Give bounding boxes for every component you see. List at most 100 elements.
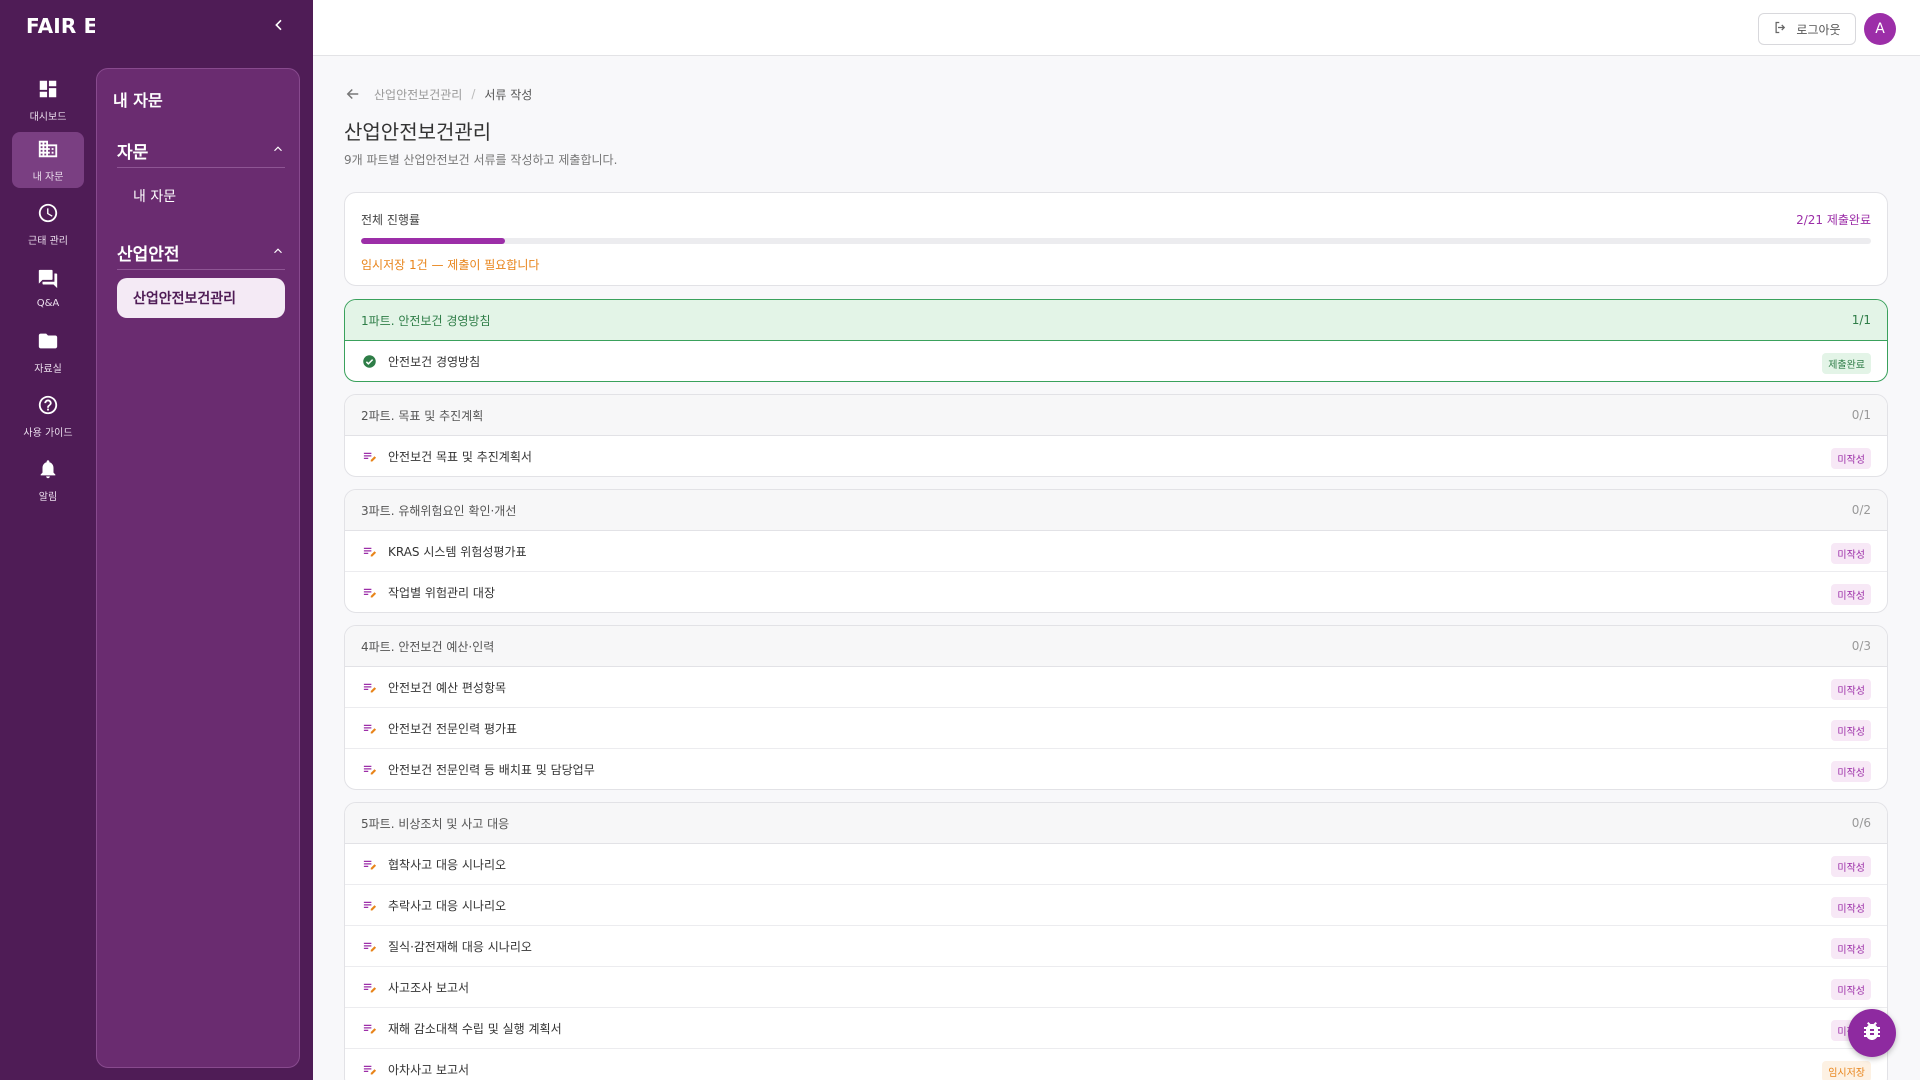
sidepanel-group-label: 산업안전 (117, 245, 180, 265)
part-title: 5파트. 비상조치 및 사고 대응 (361, 816, 510, 831)
status-badge: 미작성 (1831, 543, 1871, 564)
document-row[interactable]: 추락사고 대응 시나리오 미작성 (345, 885, 1887, 926)
edit-note-icon (361, 1062, 377, 1078)
rail-item-my-advisory[interactable]: 내 자문 (12, 132, 84, 188)
rail-item-library[interactable]: 자료실 (12, 324, 84, 380)
document-row[interactable]: 아차사고 보고서 임시저장 (345, 1049, 1887, 1080)
part-card: 4파트. 안전보건 예산·인력 0/3 안전보건 예산 편성항목 미작성 안전보건 전문… (344, 625, 1888, 790)
document-name: 질식·감전재해 대응 시나리오 (388, 939, 532, 954)
document-name: 협착사고 대응 시나리오 (388, 857, 507, 872)
breadcrumb-parent-link[interactable]: 산업안전보건관리 (374, 86, 462, 103)
document-name: 안전보건 경영방침 (388, 355, 481, 369)
sidepanel-group-safety[interactable]: 산업안전 (117, 236, 285, 270)
breadcrumb-current: 서류 작성 (484, 87, 533, 102)
sidepanel: 내 자문 자문 내 자문 산업안전 산업안전보건관리 (96, 68, 300, 1068)
sidepanel-item-my-advisory[interactable]: 내 자문 (117, 176, 285, 216)
check-circle-icon (361, 354, 377, 370)
rail-item-label: 자료실 (34, 363, 62, 375)
progress-bar-fill (361, 238, 505, 244)
rail-item-dashboard[interactable]: 대시보드 (12, 72, 84, 128)
progress-card: 전체 진행률 2/21 제출완료 임시저장 1건 — 제출이 필요합니다 (344, 192, 1888, 286)
bug-icon (1860, 1019, 1884, 1047)
back-button[interactable] (344, 85, 362, 103)
document-row[interactable]: 안전보건 전문인력 등 배치표 및 담당업무 미작성 (345, 749, 1887, 789)
rail-item-label: Q&A (36, 297, 60, 309)
status-badge: 임시저장 (1822, 1061, 1871, 1080)
logout-icon (1773, 20, 1796, 38)
part-title: 3파트. 유해위험요인 확인·개선 (361, 503, 517, 518)
edit-note-icon (361, 720, 377, 736)
sidepanel-group-advisory[interactable]: 자문 (117, 134, 285, 168)
part-header: 1파트. 안전보건 경영방침 1/1 (345, 300, 1887, 341)
document-row[interactable]: 협착사고 대응 시나리오 미작성 (345, 844, 1887, 885)
document-row[interactable]: 안전보건 예산 편성항목 미작성 (345, 667, 1887, 708)
edit-note-icon (361, 449, 377, 465)
rail-item-notifications[interactable]: 알림 (12, 452, 84, 508)
avatar[interactable]: A (1864, 13, 1896, 45)
document-row[interactable]: 안전보건 경영방침 제출완료 (345, 341, 1887, 381)
document-name: 작업별 위험관리 대장 (388, 586, 495, 600)
part-count: 0/6 (1851, 816, 1871, 830)
part-header: 2파트. 목표 및 추진계획 0/1 (345, 395, 1887, 436)
edit-note-icon (361, 543, 377, 559)
progress-bar (361, 238, 1871, 244)
collapse-sidebar-button[interactable] (268, 16, 290, 38)
chevron-up-icon (271, 243, 285, 262)
document-row[interactable]: KRAS 시스템 위험성평가표 미작성 (345, 531, 1887, 572)
document-name: 재해 감소대책 수립 및 실행 계획서 (388, 1021, 562, 1036)
status-badge: 미작성 (1831, 979, 1871, 1000)
document-name: 안전보건 전문인력 평가표 (388, 721, 518, 736)
document-name: 안전보건 목표 및 추진계획서 (388, 450, 532, 464)
rail-item-qna[interactable]: Q&A (12, 260, 84, 316)
bug-report-button[interactable] (1848, 1009, 1896, 1057)
sidepanel-item-safety-management[interactable]: 산업안전보건관리 (117, 278, 285, 318)
document-name: 아차사고 보고서 (388, 1063, 470, 1077)
rail-item-attendance[interactable]: 근태 관리 (12, 196, 84, 252)
rail-item-guide[interactable]: 사용 가이드 (12, 388, 84, 444)
part-count: 0/3 (1851, 639, 1871, 653)
part-header: 4파트. 안전보건 예산·인력 0/3 (345, 626, 1887, 667)
building-icon (37, 138, 59, 164)
edit-note-icon (361, 856, 377, 872)
document-name: 안전보건 예산 편성항목 (388, 680, 507, 695)
document-row[interactable]: 사고조사 보고서 미작성 (345, 967, 1887, 1008)
document-row[interactable]: 안전보건 전문인력 평가표 미작성 (345, 708, 1887, 749)
document-row[interactable]: 재해 감소대책 수립 및 실행 계획서미작성 (345, 1008, 1887, 1049)
top-bar (313, 0, 1920, 56)
part-card: 5파트. 비상조치 및 사고 대응 0/6 협착사고 대응 시나리오 미작성 추락사고 … (344, 802, 1888, 1080)
chevron-left-icon (271, 17, 287, 37)
part-count: 0/1 (1851, 408, 1871, 422)
folder-icon (37, 330, 59, 356)
progress-label: 전체 진행률 (361, 213, 421, 227)
progress-count: 2/21 제출완료 (1796, 213, 1871, 227)
document-name: 안전보건 전문인력 등 배치표 및 담당업무 (388, 763, 595, 777)
document-row[interactable]: 질식·감전재해 대응 시나리오 미작성 (345, 926, 1887, 967)
breadcrumb: 산업안전보건관리 / 서류 작성 (344, 84, 532, 104)
logout-label: 로그아웃 (1796, 22, 1841, 37)
sidepanel-title: 내 자문 (113, 91, 163, 110)
status-badge: 미작성 (1831, 679, 1871, 700)
bell-icon (37, 458, 59, 484)
chevron-up-icon (271, 141, 285, 160)
edit-note-icon (361, 938, 377, 954)
chat-icon (37, 268, 59, 294)
edit-note-icon (361, 979, 377, 995)
help-icon (37, 394, 59, 420)
part-count: 1/1 (1851, 313, 1871, 327)
document-name: 추락사고 대응 시나리오 (388, 898, 507, 913)
status-badge: 미작성 (1831, 720, 1871, 741)
arrow-left-icon (344, 88, 362, 106)
document-name: 사고조사 보고서 (388, 980, 470, 995)
document-row[interactable]: 안전보건 목표 및 추진계획서 미작성 (345, 436, 1887, 476)
rail-item-label: 대시보드 (29, 111, 67, 123)
logout-button[interactable]: 로그아웃 (1758, 13, 1856, 45)
icon-rail: FAIR ERP 대시보드 내 자문 근태 관리 Q&A 자료실 사용 가이드 … (0, 0, 128, 1080)
document-name: KRAS 시스템 위험성평가표 (388, 544, 527, 559)
status-badge: 미작성 (1831, 448, 1871, 469)
part-header: 3파트. 유해위험요인 확인·개선 0/2 (345, 490, 1887, 531)
status-badge: 미작성 (1831, 584, 1871, 605)
part-count: 0/2 (1851, 503, 1871, 517)
document-row[interactable]: 작업별 위험관리 대장 미작성 (345, 572, 1887, 612)
dashboard-icon (37, 78, 59, 104)
status-badge: 미작성 (1831, 938, 1871, 959)
